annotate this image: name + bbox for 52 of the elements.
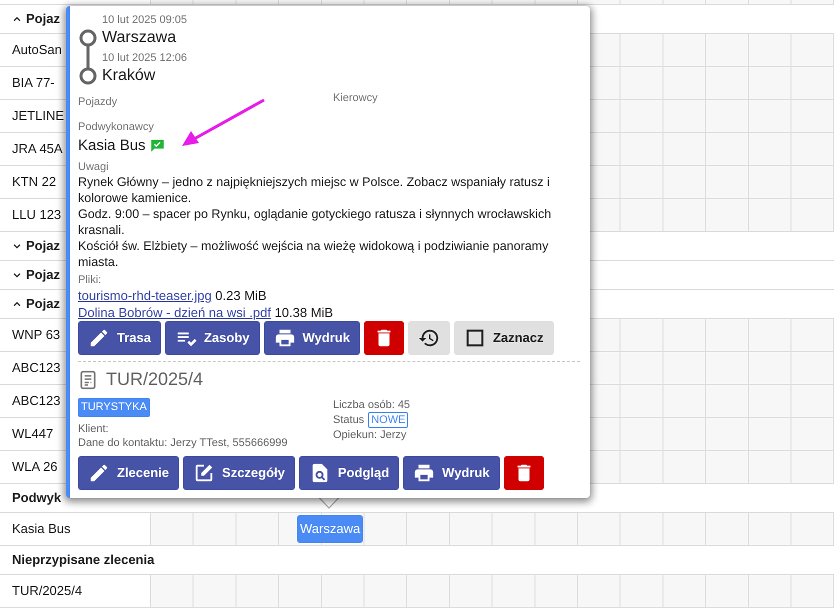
field-label: Kierowcy [333, 91, 378, 106]
stop-place: Kraków [102, 66, 156, 86]
resource-label: WLA 26 [12, 458, 58, 476]
select-button[interactable]: Zaznacz [454, 321, 554, 355]
file-link[interactable]: tourismo-rhd-teaser.jpg [78, 288, 212, 303]
resource-label: Kasia Bus [12, 520, 71, 538]
note-text: Kościół św. Elżbiety – możliwość wejścia na wieżę widokową i podziwianie panoramy miasta. [78, 238, 550, 270]
group-label[interactable]: Pojaz [26, 294, 60, 314]
subcontractor-name: Kasia Bus [78, 136, 146, 156]
field-label: Pojazdy [78, 96, 118, 108]
group-label[interactable]: Pojaz [26, 265, 60, 285]
print-button[interactable]: Wydruk [264, 321, 360, 355]
client-label: Klient: [78, 422, 110, 436]
resource-label: ABC123 [12, 359, 60, 378]
resources-button[interactable]: Zasoby [164, 321, 260, 355]
resource-label: WNP 63 [12, 326, 60, 344]
order-number: TUR/2025/4 [106, 368, 204, 391]
resource-label: KTN 22 [12, 173, 56, 192]
preview-button[interactable]: Podgląd [298, 456, 400, 490]
file-link[interactable]: Dolina Bobrów - dzień na wsi .pdf [78, 305, 271, 320]
resource-label: BIA 77- [12, 74, 55, 92]
print-button[interactable]: Wydruk [403, 456, 500, 490]
group-label[interactable]: Pojaz [26, 236, 60, 256]
file-size: 0.23 MiB [215, 288, 267, 303]
resource-label: LLU 123 [12, 206, 62, 224]
field-label: Podwykonawcy [78, 120, 155, 134]
contact-text: Dane do kontaktu: Jerzy TTest, 555666999 [78, 436, 289, 450]
resource-label: TUR/2025/4 [12, 582, 82, 600]
status-label: Status [333, 413, 364, 427]
section-label: Nieprzypisane zlecenia [12, 551, 154, 570]
field-label: Pliki: [78, 273, 102, 287]
resource-label: JRA 45A [12, 140, 63, 158]
stop-place: Warszawa [102, 28, 178, 48]
note-text: Rynek Główny – jedno z najpiękniejszych miejsc w Polsce. Zobacz wspaniały ratusz i kolorowe kamienice. [78, 174, 551, 206]
note-text: Godz. 9:00 – spacer po Rynku, oglądanie gotyckiego ratusza i słynnych wrocławskich krasnali. [78, 206, 552, 238]
edit-button[interactable]: Zlecenie [78, 456, 180, 490]
group-label[interactable]: Pojaz [26, 9, 60, 29]
edit-button[interactable]: Trasa [78, 321, 161, 355]
status-tag: NOWE [368, 412, 408, 428]
stop-time: 10 lut 2025 09:05 [102, 14, 188, 27]
field-label: Uwagi [78, 160, 110, 174]
resource-label: AutoSan [12, 41, 62, 60]
resource-label: JETLINE [12, 107, 64, 126]
details-button[interactable]: Szczegóły [183, 456, 295, 490]
file-size: 10.38 MiB [274, 305, 334, 320]
section-label: Podwyk [12, 489, 62, 508]
manager-text: Opiekun: Jerzy [333, 428, 408, 442]
resource-label: WL447 [12, 425, 54, 444]
stop-time: 10 lut 2025 12:06 [102, 52, 188, 65]
resource-label: ABC123 [12, 392, 60, 410]
people-count: Liczba osób: 45 [333, 398, 410, 412]
category-tag: TURYSTYKA [78, 398, 150, 416]
